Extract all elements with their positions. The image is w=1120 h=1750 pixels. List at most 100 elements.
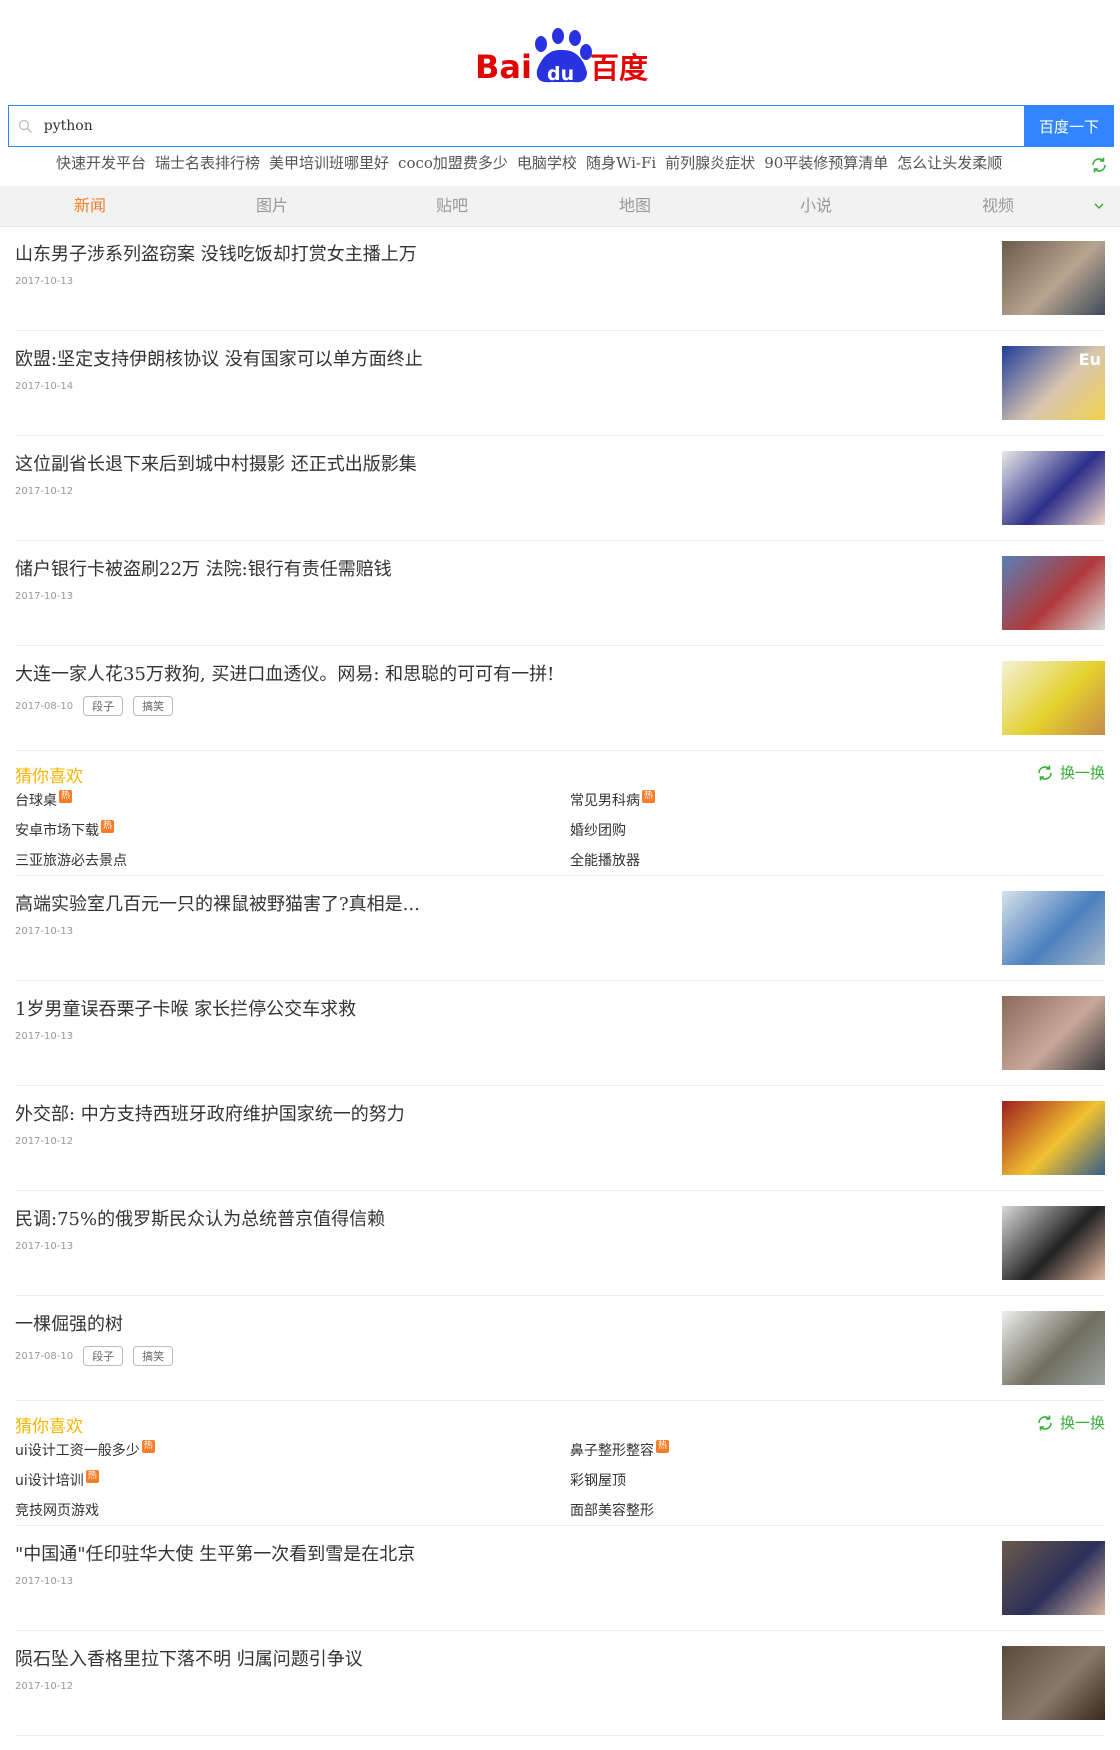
news-item[interactable]: 高端实验室几百元一只的裸鼠被野猫害了?真相是... 2017-10-13 (15, 876, 1105, 981)
news-date: 2017-10-13 (15, 276, 74, 287)
hot-word-item[interactable]: 瑞士名表排行榜 (155, 152, 260, 173)
news-item[interactable]: 外交部: 中方支持西班牙政府维护国家统一的努力 2017-10-12 (15, 1086, 1105, 1191)
news-thumbnail[interactable] (1002, 241, 1105, 315)
refresh-button[interactable]: 换一换 (1036, 762, 1105, 783)
news-thumbnail[interactable] (1002, 1206, 1105, 1280)
news-title[interactable]: 民调:75%的俄罗斯民众认为总统普京值得信赖 (15, 1205, 385, 1231)
search-input[interactable] (41, 117, 1024, 135)
hot-badge-icon: 热 (141, 1439, 155, 1453)
news-thumbnail[interactable] (1002, 996, 1105, 1070)
hot-word-item[interactable]: 怎么让头发柔顺 (897, 152, 1002, 173)
news-item[interactable]: 1岁男童误吞栗子卡喉 家长拦停公交车求救 2017-10-13 (15, 981, 1105, 1086)
tab-novel[interactable]: 小说 (800, 186, 832, 226)
news-thumbnail[interactable] (1002, 451, 1105, 525)
news-meta: 2017-08-10 段子 搞笑 (15, 1346, 174, 1366)
news-item[interactable]: 大连一家人花35万救狗, 买进口血透仪。网易: 和思聪的可可有一拼! 2017-0… (15, 646, 1105, 751)
news-title[interactable]: 这位副省长退下来后到城中村摄影 还正式出版影集 (15, 450, 417, 476)
guess-item[interactable]: 鼻子整形整容热 (570, 1439, 669, 1460)
guess-you-like-section: 猜你喜欢 换一换 ui设计工资一般多少热鼻子整形整容热 ui设计培训热彩钢屋顶 竞技网页… (15, 1401, 1105, 1526)
news-title[interactable]: 储户银行卡被盗刷22万 法院:银行有责任需赔钱 (15, 555, 392, 581)
chevron-down-icon[interactable] (1092, 198, 1106, 217)
hot-word-item[interactable]: 美甲培训班哪里好 (269, 152, 389, 173)
logo-text-left: Bai (475, 48, 532, 86)
guess-item[interactable]: 安卓市场下载热 (15, 819, 114, 840)
news-item[interactable]: 欧盟:坚定支持伊朗核协议 没有国家可以单方面终止 2017-10-14 Eu (15, 331, 1105, 436)
news-meta: 2017-10-13 (15, 1241, 73, 1252)
news-thumbnail[interactable] (1002, 556, 1105, 630)
refresh-icon (1038, 1415, 1052, 1430)
logo-text-right: 百度 (590, 51, 648, 85)
hot-badge-icon: 热 (101, 819, 114, 833)
guess-item-label: 婚纱团购 (570, 823, 626, 839)
news-title[interactable]: 大连一家人花35万救狗, 买进口血透仪。网易: 和思聪的可可有一拼! (15, 660, 554, 686)
news-title[interactable]: 欧盟:坚定支持伊朗核协议 没有国家可以单方面终止 (15, 345, 423, 371)
news-thumbnail[interactable] (1002, 891, 1105, 965)
guess-item-label: 鼻子整形整容 (570, 1443, 654, 1459)
guess-you-like-section: 猜你喜欢 换一换 台球桌热常见男科病热安卓市场下载热婚纱团购 三亚旅游必去景点 全能播放… (15, 751, 1105, 876)
news-title[interactable]: 外交部: 中方支持西班牙政府维护国家统一的努力 (15, 1100, 405, 1126)
news-meta: 2017-10-13 (15, 591, 73, 602)
hot-word-item[interactable]: 快速开发平台 (56, 152, 146, 173)
news-title[interactable]: "中国通"任印驻华大使 生平第一次看到雪是在北京 (15, 1540, 415, 1566)
hot-word-item[interactable]: 电脑学校 (517, 152, 577, 173)
news-meta: 2017-10-13 (15, 1031, 73, 1042)
guess-item[interactable]: 婚纱团购 (570, 820, 626, 840)
guess-item[interactable]: 三亚旅游必去景点 (15, 850, 127, 870)
news-item[interactable]: "中国通"任印驻华大使 生平第一次看到雪是在北京 2017-10-13 (15, 1526, 1105, 1631)
guess-item-label: 竞技网页游戏 (15, 1503, 99, 1519)
refresh-button[interactable]: 换一换 (1036, 1412, 1105, 1433)
news-thumbnail[interactable] (1002, 661, 1105, 735)
guess-item[interactable]: 常见男科病热 (570, 789, 655, 810)
hot-word-item[interactable]: 随身Wi-Fi (586, 152, 656, 173)
guess-item[interactable]: 全能播放器 (570, 850, 640, 870)
news-item[interactable]: 民调:75%的俄罗斯民众认为总统普京值得信赖 2017-10-13 (15, 1191, 1105, 1296)
tab-tieba[interactable]: 贴吧 (436, 186, 468, 226)
news-date: 2017-10-13 (15, 1241, 74, 1252)
guess-item[interactable]: 台球桌热 (15, 789, 72, 810)
hot-badge-icon: 热 (85, 1469, 99, 1483)
hot-word-item[interactable]: 前列腺炎症状 (665, 152, 755, 173)
news-thumbnail[interactable]: Eu (1002, 346, 1105, 420)
news-thumbnail[interactable] (1002, 1311, 1105, 1385)
news-title[interactable]: 高端实验室几百元一只的裸鼠被野猫害了?真相是... (15, 890, 420, 916)
tab-images[interactable]: 图片 (256, 186, 288, 226)
baidu-logo[interactable]: Bai du 百度 (475, 28, 650, 86)
search-button[interactable]: 百度一下 (1024, 105, 1114, 147)
news-thumbnail[interactable] (1002, 1101, 1105, 1175)
guess-item[interactable]: 竞技网页游戏 (15, 1500, 99, 1520)
hot-word-item[interactable]: 90平装修预算清单 (764, 152, 888, 173)
hot-word-item[interactable]: coco加盟费多少 (398, 152, 508, 173)
news-tag[interactable]: 段子 (83, 1346, 124, 1366)
guess-item-label: 全能播放器 (570, 853, 640, 869)
tab-map[interactable]: 地图 (619, 186, 651, 226)
news-date: 2017-10-12 (15, 1136, 74, 1147)
news-meta: 2017-10-13 (15, 926, 73, 937)
news-title[interactable]: 1岁男童误吞栗子卡喉 家长拦停公交车求救 (15, 995, 356, 1021)
news-date: 2017-08-10 (15, 700, 74, 712)
news-thumbnail[interactable] (1002, 1541, 1105, 1615)
news-tag[interactable]: 段子 (83, 696, 124, 716)
news-meta: 2017-10-12 (15, 486, 73, 497)
news-title[interactable]: 山东男子涉系列盗窃案 没钱吃饭却打赏女主播上万 (15, 240, 417, 266)
news-tag[interactable]: 搞笑 (133, 1346, 174, 1366)
news-item[interactable]: 储户银行卡被盗刷22万 法院:银行有责任需赔钱 2017-10-13 (15, 541, 1105, 646)
news-thumbnail[interactable] (1002, 1646, 1105, 1720)
tab-video[interactable]: 视频 (982, 186, 1014, 226)
news-item[interactable]: 这位副省长退下来后到城中村摄影 还正式出版影集 2017-10-12 (15, 436, 1105, 541)
news-item[interactable]: 山东男子涉系列盗窃案 没钱吃饭却打赏女主播上万 2017-10-13 (15, 226, 1105, 331)
guess-item[interactable]: 面部美容整形 (570, 1500, 654, 1520)
guess-item[interactable]: ui设计工资一般多少热 (15, 1439, 155, 1460)
refresh-label: 换一换 (1059, 764, 1105, 782)
news-item[interactable]: 陨石坠入香格里拉下落不明 归属问题引争议 2017-10-12 (15, 1631, 1105, 1736)
guess-item-label: ui设计培训 (15, 1473, 84, 1489)
refresh-icon[interactable] (1090, 156, 1108, 178)
guess-item[interactable]: 彩钢屋顶 (570, 1470, 626, 1490)
header: Bai du 百度 (0, 0, 1120, 104)
tab-news[interactable]: 新闻 (74, 186, 106, 226)
news-tag[interactable]: 搞笑 (133, 696, 174, 716)
news-item[interactable]: 一棵倔强的树 2017-08-10 段子 搞笑 (15, 1296, 1105, 1401)
news-date: 2017-10-13 (15, 926, 74, 937)
guess-item[interactable]: ui设计培训热 (15, 1469, 99, 1490)
news-title[interactable]: 陨石坠入香格里拉下落不明 归属问题引争议 (15, 1645, 363, 1671)
news-title[interactable]: 一棵倔强的树 (15, 1310, 123, 1336)
